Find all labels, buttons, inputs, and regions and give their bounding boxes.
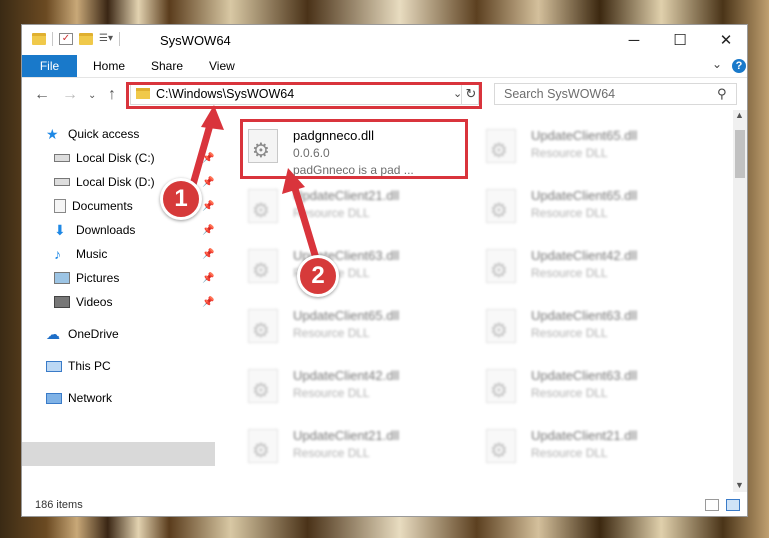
step-badge-1: 1 xyxy=(160,178,202,220)
arrow-2-head xyxy=(282,168,305,194)
arrow-1-head xyxy=(201,105,224,130)
step-badge-2: 2 xyxy=(297,255,339,297)
arrow-2-shaft xyxy=(289,180,322,267)
annotation-arrows xyxy=(186,105,322,267)
